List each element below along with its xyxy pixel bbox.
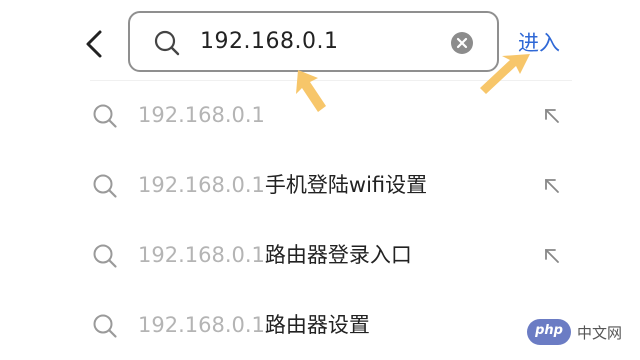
fill-arrow-icon[interactable] [542, 246, 562, 266]
suggestion-item[interactable]: 192.168.0.1路由器设置 [90, 302, 570, 352]
search-icon [93, 244, 117, 268]
suggestion-text: 192.168.0.1手机登陆wifi设置 [138, 173, 428, 197]
watermark-text: 中文网 [577, 324, 623, 342]
fill-arrow-icon[interactable] [542, 106, 562, 126]
suggestion-item[interactable]: 192.168.0.1手机登陆wifi设置 [90, 162, 570, 212]
fill-arrow-icon[interactable] [542, 176, 562, 196]
suggestion-item[interactable]: 192.168.0.1路由器登录入口 [90, 232, 570, 282]
search-query-text: 192.168.0.1 [200, 29, 339, 54]
watermark-logo: php 中文网 [527, 318, 632, 348]
search-icon [93, 104, 117, 128]
php-logo-icon: php [527, 319, 571, 345]
back-arrow-icon [86, 30, 102, 58]
suggestion-text: 192.168.0.1路由器设置 [138, 313, 370, 337]
suggestion-text: 192.168.0.1路由器登录入口 [138, 243, 412, 267]
clear-icon[interactable] [450, 31, 474, 55]
back-button[interactable] [78, 24, 112, 64]
search-icon [154, 30, 180, 56]
search-icon [93, 314, 117, 338]
search-input[interactable]: 192.168.0.1 [128, 11, 499, 72]
search-icon [93, 174, 117, 198]
suggestion-text: 192.168.0.1 [138, 103, 265, 127]
suggestion-item[interactable]: 192.168.0.1 [90, 92, 570, 142]
